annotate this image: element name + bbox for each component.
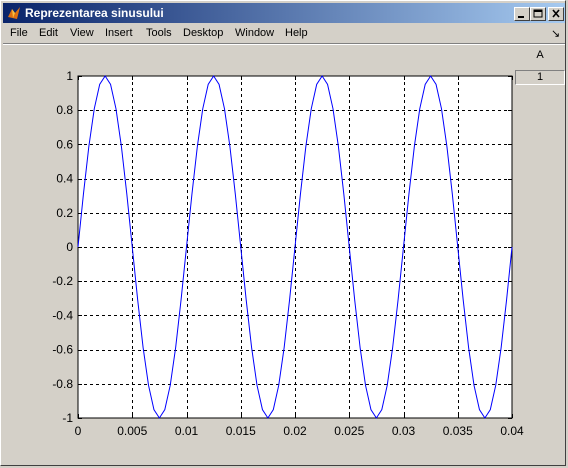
y-tick-label: 0.8	[56, 103, 73, 117]
x-tick-labels: 0 0.005 0.01 0.015 0.02 0.025 0.03 0.035 0.04	[75, 424, 524, 438]
y-tick-label: 0	[66, 240, 73, 254]
y-tick-label: 0.6	[56, 137, 73, 151]
figure-window: Reprezentarea sinusului File Edit View I…	[0, 0, 566, 466]
y-tick-label: -0.6	[52, 343, 73, 357]
y-tick-labels: -1 -0.8 -0.6 -0.4 -0.2 0 0.2 0.4 0.6 0.8 1	[52, 69, 73, 425]
y-tick-label: -0.2	[52, 274, 73, 288]
x-tick-label: 0.01	[175, 424, 199, 438]
x-tick-label: 0.03	[392, 424, 416, 438]
x-tick-label: 0.015	[226, 424, 256, 438]
y-tick-label: 1	[66, 69, 73, 83]
x-tick-label: 0.04	[500, 424, 524, 438]
y-tick-label: 0.2	[56, 206, 73, 220]
y-tick-label: 0.4	[56, 172, 73, 186]
x-tick-label: 0.035	[443, 424, 473, 438]
y-tick-label: -0.8	[52, 377, 73, 391]
x-tick-label: 0.02	[283, 424, 307, 438]
x-tick-label: 0.025	[334, 424, 364, 438]
x-tick-label: 0.005	[117, 424, 147, 438]
x-tick-label: 0	[75, 424, 82, 438]
y-tick-label: -0.4	[52, 308, 73, 322]
y-tick-label: -1	[62, 411, 73, 425]
sine-plot: 0 0.005 0.01 0.015 0.02 0.025 0.03 0.035 0.04 -1…	[52, 69, 524, 438]
